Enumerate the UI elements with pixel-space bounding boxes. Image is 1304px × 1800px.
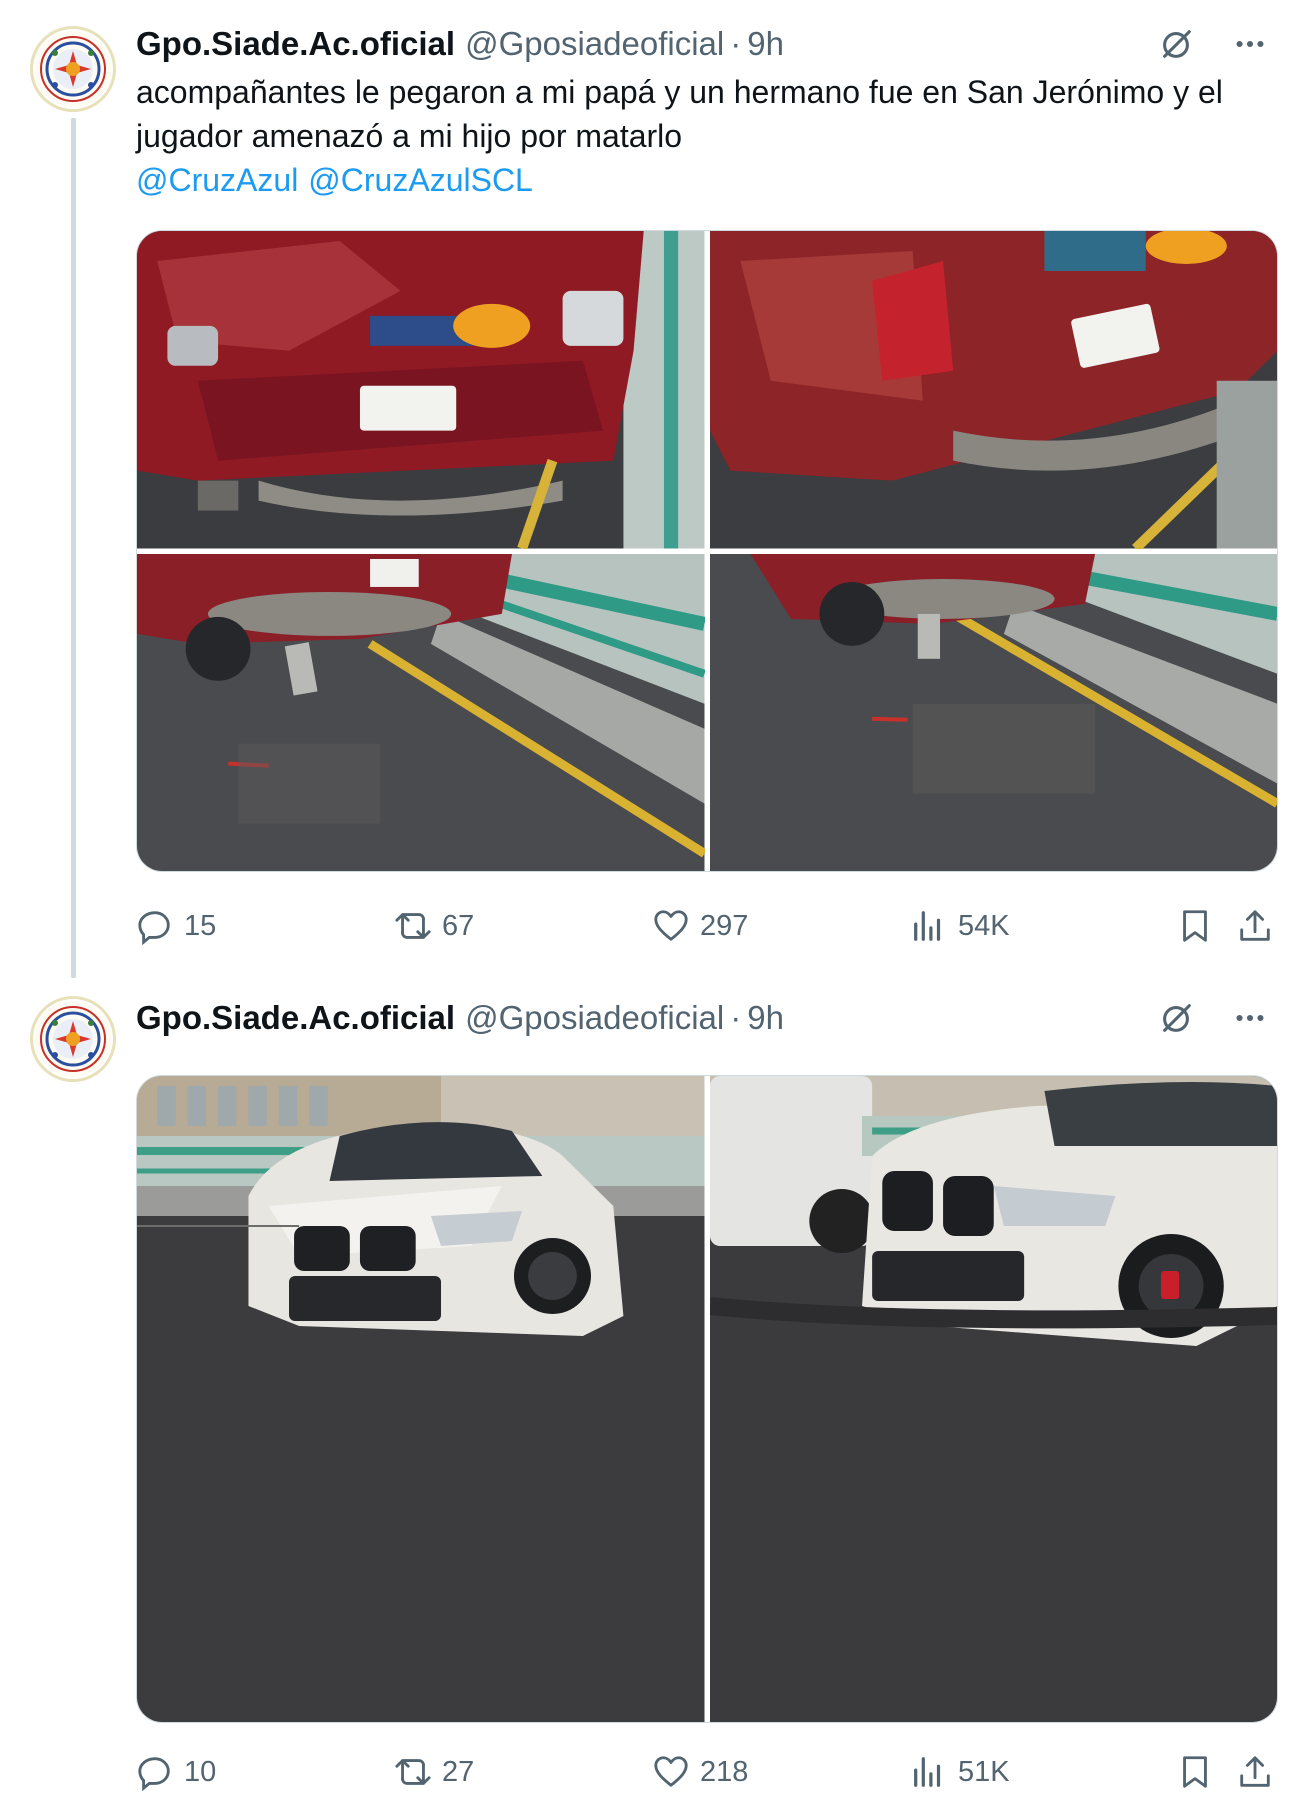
views-icon xyxy=(914,1757,941,1787)
views-button[interactable]: 51K xyxy=(910,1744,1010,1800)
mention-link[interactable]: @CruzAzul xyxy=(136,162,298,198)
mentions: @CruzAzul @CruzAzulSCL xyxy=(136,158,1276,202)
repost-button[interactable]: 27 xyxy=(394,1744,474,1800)
like-button[interactable]: 218 xyxy=(652,1744,748,1800)
photo-red-car-on-bridge-lane-wide[interactable] xyxy=(709,553,1277,871)
like-icon xyxy=(654,1756,688,1787)
tweet-text: acompañantes le pegaron a mi papá y un h… xyxy=(136,70,1276,202)
views-count: 51K xyxy=(958,1755,1010,1788)
author-name[interactable]: Gpo.Siade.Ac.oficial xyxy=(136,999,455,1037)
like-count: 218 xyxy=(700,1755,749,1788)
reply-button[interactable]: 10 xyxy=(136,1744,216,1800)
reply-icon xyxy=(138,1757,170,1791)
repost-icon xyxy=(395,913,431,939)
photo-red-car-on-bridge-lane[interactable] xyxy=(137,553,705,871)
repost-icon xyxy=(395,1759,431,1785)
timestamp[interactable]: 9h xyxy=(747,25,784,63)
bookmark-icon xyxy=(1183,1756,1207,1788)
author-name[interactable]: Gpo.Siade.Ac.oficial xyxy=(136,25,455,63)
avatar[interactable] xyxy=(30,26,116,112)
mention-link[interactable]: @CruzAzulSCL xyxy=(308,162,533,198)
timestamp[interactable]: 9h xyxy=(747,999,784,1037)
media-grid xyxy=(136,1075,1278,1723)
more-icon[interactable] xyxy=(1230,998,1270,1038)
author-handle[interactable]: @Gposiadeoficial xyxy=(465,25,724,63)
repost-count: 67 xyxy=(442,909,475,942)
reply-count: 10 xyxy=(184,1755,217,1788)
bookmark-button[interactable] xyxy=(1176,1744,1214,1800)
views-icon xyxy=(914,911,941,941)
repost-button[interactable]: 67 xyxy=(394,898,474,954)
bookmark-button[interactable] xyxy=(1176,898,1214,954)
like-count: 297 xyxy=(700,909,749,942)
photo-damaged-red-car-rear-angle[interactable] xyxy=(709,231,1277,549)
tweet-header: Gpo.Siade.Ac.oficial @Gposiadeoficial · … xyxy=(136,996,784,1040)
tweet-body: acompañantes le pegaron a mi papá y un h… xyxy=(136,74,1223,154)
bookmark-icon xyxy=(1183,910,1207,942)
more-icon[interactable] xyxy=(1230,24,1270,64)
repost-count: 27 xyxy=(442,1755,475,1788)
thread-connector-line xyxy=(71,118,76,978)
photo-white-suv-front-damage[interactable] xyxy=(137,1076,705,1722)
photo-white-suv-front-closeup[interactable] xyxy=(709,1076,1277,1722)
share-button[interactable] xyxy=(1236,898,1274,954)
share-icon xyxy=(1240,1756,1270,1787)
tweet-header: Gpo.Siade.Ac.oficial @Gposiadeoficial · … xyxy=(136,22,784,66)
grok-icon[interactable] xyxy=(1156,24,1196,64)
reply-button[interactable]: 15 xyxy=(136,898,216,954)
views-button[interactable]: 54K xyxy=(910,898,1010,954)
action-bar: 10 27 218 51K xyxy=(136,1744,1276,1800)
like-button[interactable]: 297 xyxy=(652,898,748,954)
share-button[interactable] xyxy=(1236,1744,1274,1800)
like-icon xyxy=(654,910,688,941)
reply-icon xyxy=(138,911,170,945)
views-count: 54K xyxy=(958,909,1010,942)
separator-dot: · xyxy=(730,25,742,62)
photo-damaged-red-car-rear[interactable] xyxy=(137,231,705,549)
author-handle[interactable]: @Gposiadeoficial xyxy=(465,999,724,1037)
grok-icon[interactable] xyxy=(1156,998,1196,1038)
media-grid xyxy=(136,230,1278,872)
separator-dot: · xyxy=(730,999,742,1036)
share-icon xyxy=(1240,910,1270,941)
reply-count: 15 xyxy=(184,909,217,942)
avatar[interactable] xyxy=(30,996,116,1082)
action-bar: 15 67 297 54K xyxy=(136,898,1276,954)
